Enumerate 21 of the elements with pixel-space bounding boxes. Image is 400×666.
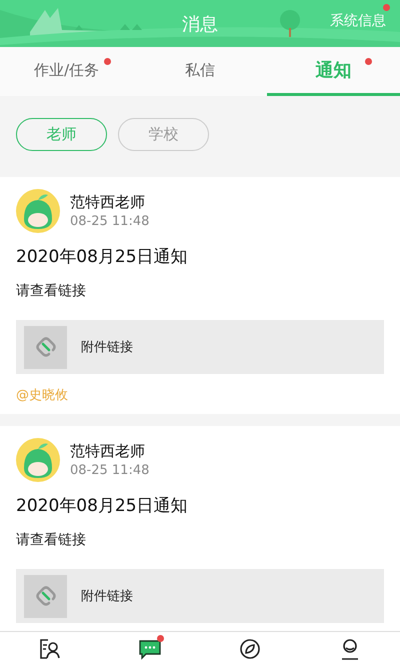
unread-dot (364, 58, 372, 65)
notice-title: 2020年08月25日通知 (16, 495, 189, 517)
contact-card-icon (38, 637, 62, 661)
attachment-link[interactable]: 附件链接 (16, 320, 384, 374)
notice-body: 请查看链接 (16, 282, 87, 300)
tab[interactable]: 作业/任务 (0, 47, 134, 96)
notice-body: 请查看链接 (16, 531, 87, 549)
sender-name: 范特西老师 (70, 442, 146, 461)
sender-name: 范特西老师 (70, 193, 146, 212)
unread-dot (157, 635, 164, 642)
timestamp: 08-25 11:48 (70, 463, 150, 478)
header-title: 消息 (182, 12, 218, 36)
timestamp: 08-25 11:48 (70, 214, 150, 229)
attachment-link[interactable]: 附件链接 (16, 569, 384, 623)
avatar-icon (16, 438, 60, 482)
mention-text: @史晓攸 (16, 387, 68, 404)
notice-title: 2020年08月25日通知 (16, 246, 189, 268)
unread-dot (104, 58, 112, 65)
compass-icon (238, 637, 262, 661)
tab[interactable]: 私信 (133, 47, 267, 96)
avatar-icon (16, 189, 60, 233)
